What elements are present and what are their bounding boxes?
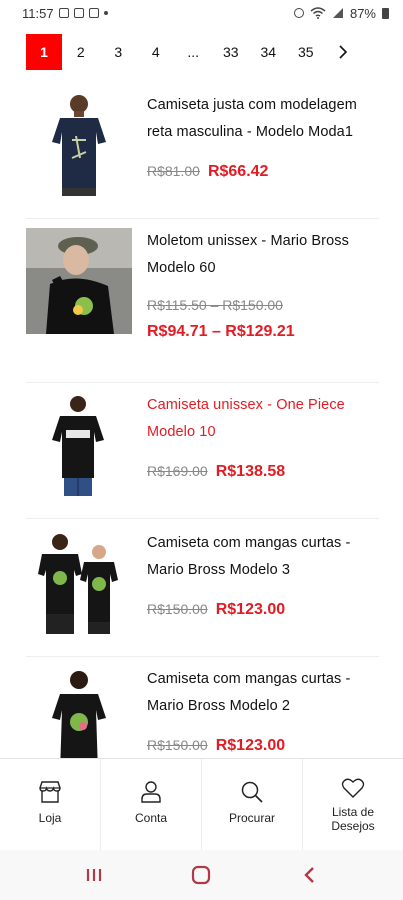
product-title[interactable]: Camiseta unissex - One Piece Modelo 10 (147, 392, 379, 446)
nav-account-label: Conta (134, 811, 168, 825)
calendar-icon (73, 8, 84, 18)
page-3[interactable]: 3 (100, 34, 138, 70)
divider (26, 382, 379, 383)
product-title[interactable]: Camiseta com mangas curtas - Mario Bross… (147, 530, 379, 584)
product-card[interactable]: Camiseta justa com modelagem reta mascul… (26, 92, 379, 198)
next-page-button[interactable] (325, 34, 363, 70)
page-35[interactable]: 35 (287, 34, 325, 70)
product-card[interactable]: Camiseta com mangas curtas - Mario Bross… (26, 530, 379, 636)
home-icon (192, 865, 211, 885)
status-time: 11:57 (22, 5, 54, 21)
page-4[interactable]: 4 (137, 34, 175, 70)
sale-price: R$123.00 (215, 737, 286, 754)
nav-wishlist[interactable]: Lista de Desejos (303, 759, 403, 850)
system-navigation-bar (0, 850, 403, 900)
page-34[interactable]: 34 (250, 34, 288, 70)
alarm-icon (293, 8, 304, 18)
old-price: R$115.50 – R$150.00 (147, 297, 283, 313)
recent-apps-button[interactable] (74, 860, 114, 890)
sale-price: R$94.71 – R$129.21 (147, 323, 295, 340)
nav-account[interactable]: Conta (101, 759, 202, 850)
store-icon (39, 781, 61, 803)
old-price: R$150.00 (147, 737, 208, 753)
search-icon (241, 781, 263, 803)
wifi-icon (310, 7, 326, 19)
divider (26, 218, 379, 219)
old-price: R$150.00 (147, 601, 208, 617)
divider (26, 656, 379, 657)
product-card[interactable]: Moletom unissex - Mario Bross Modelo 60 … (26, 228, 379, 341)
page-1[interactable]: 1 (26, 34, 62, 70)
page-2[interactable]: 2 (62, 34, 100, 70)
nav-wishlist-label: Lista de Desejos (331, 805, 374, 833)
product-title[interactable]: Moletom unissex - Mario Bross Modelo 60 (147, 228, 379, 282)
sale-price: R$123.00 (215, 601, 286, 618)
product-card[interactable]: Camiseta com mangas curtas - Mario Bross… (26, 666, 379, 772)
product-image[interactable] (26, 530, 132, 636)
signal-icon (332, 8, 343, 18)
divider (26, 518, 379, 519)
nav-wishlist-label-line2: Desejos (331, 819, 375, 833)
old-price: R$169.00 (147, 463, 208, 479)
product-image[interactable] (26, 92, 132, 198)
pagination: 1 2 3 4 ... 33 34 35 (26, 34, 362, 70)
nav-search-label: Procurar (228, 811, 275, 825)
nav-search[interactable]: Procurar (202, 759, 303, 850)
product-card[interactable]: Camiseta unissex - One Piece Modelo 10 R… (26, 392, 379, 498)
page-33[interactable]: 33 (212, 34, 250, 70)
status-bar: 11:57 87% (0, 0, 403, 26)
home-button[interactable] (181, 860, 221, 890)
back-button[interactable] (289, 860, 329, 890)
back-icon (304, 867, 314, 883)
product-title[interactable]: Camiseta com mangas curtas - Mario Bross… (147, 666, 379, 720)
sale-price: R$66.42 (207, 163, 269, 180)
gmail-icon (58, 8, 69, 18)
battery-icon (382, 7, 389, 19)
old-price: R$81.00 (147, 163, 200, 179)
notification-dot-icon (103, 11, 108, 15)
heart-icon (341, 778, 365, 798)
chevron-right-icon (339, 45, 348, 59)
sale-price: R$138.58 (215, 463, 286, 480)
battery-percent: 87% (349, 5, 376, 21)
user-icon (141, 781, 161, 803)
page-ellipsis: ... (187, 44, 200, 60)
recent-apps-icon (86, 869, 101, 881)
nav-wishlist-label-line1: Lista de (331, 805, 374, 819)
nav-store[interactable]: Loja (0, 759, 101, 850)
product-image[interactable] (26, 392, 132, 498)
product-image[interactable] (26, 228, 132, 334)
nav-store-label: Loja (38, 811, 62, 825)
gmail-icon-2 (88, 8, 99, 18)
bottom-navigation: Loja Conta Procurar Lista de Desejos (0, 758, 403, 850)
product-title[interactable]: Camiseta justa com modelagem reta mascul… (147, 92, 379, 146)
product-image[interactable] (26, 666, 132, 772)
